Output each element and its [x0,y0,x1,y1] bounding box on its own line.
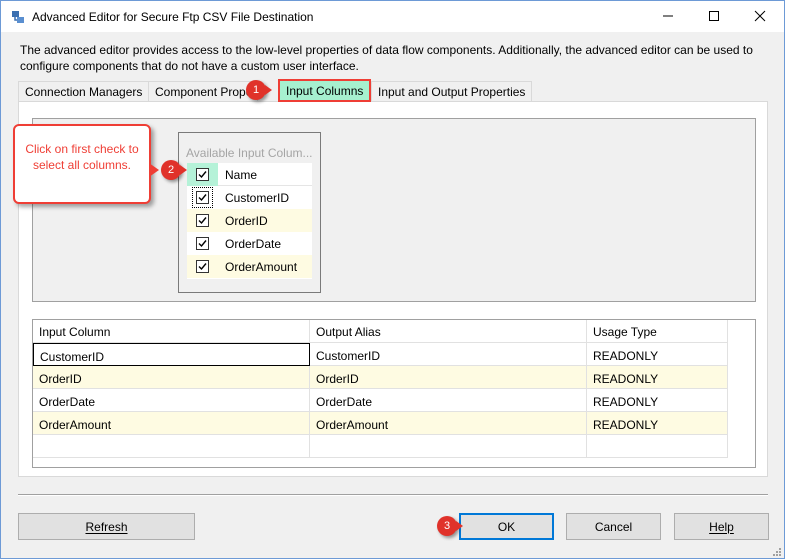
list-item: OrderAmount [187,255,312,278]
output-alias-cell[interactable]: CustomerID [310,343,587,366]
checkbox-cell [187,209,218,232]
step-marker-3: 3 [437,516,463,536]
output-alias-cell[interactable]: OrderAmount [310,412,587,435]
empty-cell[interactable] [33,435,310,458]
header-output-alias[interactable]: Output Alias [310,320,587,343]
input-column-cell[interactable]: CustomerID [33,343,310,366]
minimize-icon [662,9,674,25]
available-input-columns-box: Available Input Colum... Name CustomerID… [178,132,321,293]
ok-button[interactable]: OK [459,513,554,540]
ok-button-label: OK [497,519,516,534]
select-all-row: Name [187,163,312,186]
grid-header-row: Input Column Output Alias Usage Type [33,320,728,343]
checkbox-cell [187,232,218,255]
checkmark-icon [198,217,207,225]
tab-input-output-properties[interactable]: Input and Output Properties [371,81,533,102]
column-checkbox-orderamount[interactable] [196,260,209,273]
cancel-button-label: Cancel [594,519,633,534]
divider [18,494,768,496]
step-marker-2: 2 [161,160,187,180]
instruction-callout: Click on first check to select all colum… [13,124,151,204]
input-column-cell[interactable]: OrderID [33,366,310,389]
maximize-icon [708,9,720,25]
help-button-label: Help [709,519,734,534]
intro-text: The advanced editor provides access to t… [20,43,753,73]
refresh-button-label: Refresh [85,519,128,534]
step-marker-1: 1 [246,80,272,100]
table-row-empty[interactable] [33,435,728,458]
select-all-cell [187,163,218,186]
usage-type-cell[interactable]: READONLY [587,389,728,412]
cancel-button[interactable]: Cancel [566,513,661,540]
table-row[interactable]: OrderID OrderID READONLY [33,366,728,389]
close-icon [754,9,766,25]
column-checkbox-orderdate[interactable] [196,237,209,250]
empty-cell[interactable] [310,435,587,458]
window-title: Advanced Editor for Secure Ftp CSV File … [32,10,314,24]
usage-type-cell[interactable]: READONLY [587,343,728,366]
close-button[interactable] [737,1,783,32]
header-input-column[interactable]: Input Column [33,320,310,343]
list-item: CustomerID [187,186,312,209]
list-item: OrderDate [187,232,312,255]
resize-grip-icon[interactable] [772,546,782,556]
header-usage-type[interactable]: Usage Type [587,320,728,343]
usage-type-cell[interactable]: READONLY [587,366,728,389]
tab-input-columns[interactable]: Input Columns [278,79,372,102]
help-button[interactable]: Help [674,513,769,540]
available-columns-title: Available Input Colum... [186,146,313,160]
name-header: Name [225,168,258,182]
tab-connection-managers[interactable]: Connection Managers [18,81,150,102]
advanced-editor-window: Advanced Editor for Secure Ftp CSV File … [0,0,785,559]
checkmark-icon [198,194,207,202]
available-columns-list: Name CustomerID OrderID OrderDate OrderA… [187,163,312,279]
column-mapping-grid: Input Column Output Alias Usage Type Cus… [32,319,756,468]
app-icon [10,9,26,25]
table-row[interactable]: OrderAmount OrderAmount READONLY [33,412,728,435]
checkbox-cell [187,255,218,278]
checkmark-icon [198,263,207,271]
select-all-checkbox[interactable] [196,168,209,181]
maximize-button[interactable] [691,1,737,32]
tab-component-properties[interactable]: Component Prope [148,81,258,102]
column-label: OrderDate [225,237,282,251]
usage-type-cell[interactable]: READONLY [587,412,728,435]
table-row[interactable]: OrderDate OrderDate READONLY [33,389,728,412]
callout-arrow-icon [149,163,159,177]
checkbox-cell [187,186,218,209]
column-checkbox-customerid[interactable] [192,187,213,208]
title-bar: Advanced Editor for Secure Ftp CSV File … [1,1,784,32]
refresh-button[interactable]: Refresh [18,513,195,540]
list-item: OrderID [187,209,312,232]
column-label: CustomerID [225,191,290,205]
column-checkbox-orderid[interactable] [196,214,209,227]
empty-cell[interactable] [587,435,728,458]
input-column-cell[interactable]: OrderDate [33,389,310,412]
input-column-cell[interactable]: OrderAmount [33,412,310,435]
minimize-button[interactable] [645,1,691,32]
column-label: OrderAmount [225,260,298,274]
checkmark-icon [198,171,207,179]
output-alias-cell[interactable]: OrderID [310,366,587,389]
column-label: OrderID [225,214,268,228]
output-alias-cell[interactable]: OrderDate [310,389,587,412]
table-row[interactable]: CustomerID CustomerID READONLY [33,343,728,366]
checkmark-icon [198,240,207,248]
